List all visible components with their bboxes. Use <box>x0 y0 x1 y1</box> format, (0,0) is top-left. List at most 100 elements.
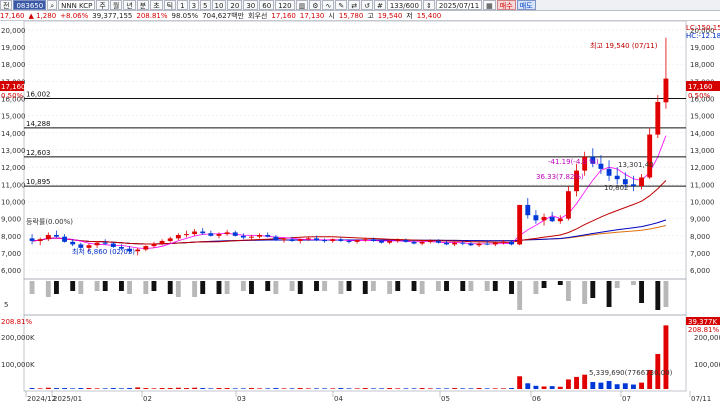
chart-type-icon[interactable]: ▥ <box>295 0 309 10</box>
oscillator-bar <box>639 281 644 303</box>
candle-body <box>102 242 108 244</box>
price-tick-label: 14,000 <box>690 130 715 138</box>
sell-button[interactable]: 매도 <box>516 0 536 10</box>
compare-icon[interactable]: ⇄ <box>348 0 361 10</box>
volume-bar <box>419 388 425 389</box>
volume-bar <box>500 388 506 389</box>
candle-body <box>509 241 514 245</box>
interval-button-3[interactable]: 3 <box>188 0 200 10</box>
volume-bar <box>62 388 68 389</box>
volume-bar <box>208 388 214 389</box>
chart-area[interactable]: 16,002 14,288 12,603 10,895 20,000 20,000 19,… <box>0 20 720 404</box>
search-icon[interactable]: ⌕ <box>47 0 58 10</box>
volume-bar <box>387 388 393 389</box>
candle-body <box>240 235 246 238</box>
grid-icon[interactable]: # <box>373 0 386 10</box>
stock-chart[interactable]: 16,00214,28812,60310,895 20,00020,00019,… <box>0 20 720 404</box>
oscillator-bar <box>127 281 133 294</box>
interval-button-120[interactable]: 120 <box>275 0 295 10</box>
volume-bar <box>663 325 669 389</box>
stock-code-input[interactable]: 083650 <box>13 0 47 10</box>
reset-icon[interactable]: ↺ <box>361 0 373 10</box>
candle-body <box>273 236 279 241</box>
volume-bar <box>362 388 368 389</box>
volume-bar <box>435 388 441 389</box>
date-field[interactable]: 2025/07/11 <box>435 0 483 10</box>
volume-bar <box>167 388 173 389</box>
date-tick-label: 05 <box>441 395 450 403</box>
candle-body <box>492 242 498 245</box>
price-tick-label: 18,000 <box>690 61 715 69</box>
candle-body <box>517 204 523 245</box>
date-tick-label: 06 <box>532 395 541 403</box>
period-button-week[interactable]: 주 <box>96 0 109 10</box>
volume-bar <box>525 383 531 389</box>
oscillator-bar <box>630 281 636 285</box>
period-button-second[interactable]: 초 <box>150 0 163 10</box>
level-label: 16,002 <box>26 90 51 98</box>
candle-body <box>476 243 482 246</box>
volume-bar <box>78 388 84 389</box>
oscillator-bar <box>509 281 514 294</box>
buy-button[interactable]: 매수 <box>496 0 516 10</box>
oscillator-bar <box>289 281 295 291</box>
interval-button-5[interactable]: 5 <box>200 0 211 10</box>
stock-name-field[interactable]: NNN KCP <box>58 0 96 10</box>
oscillator-bar <box>224 281 230 294</box>
candle-body <box>167 238 173 241</box>
low-price: 15,400 <box>416 11 442 20</box>
hc-label: HC:-12.18 <box>686 32 720 40</box>
candle-body <box>305 238 311 240</box>
oscillator-bar <box>200 281 206 294</box>
volume-bar <box>379 388 384 389</box>
candle-body <box>314 238 319 241</box>
oscillator-bar <box>338 281 344 294</box>
candle-body <box>110 243 116 247</box>
candle-body <box>249 236 254 238</box>
draw-icon[interactable]: ✎ <box>335 0 348 10</box>
settings-icon[interactable]: ⚙ <box>309 0 322 10</box>
candle-body <box>444 242 449 245</box>
period-button-year[interactable]: 년 <box>123 0 136 10</box>
oscillator-bar <box>151 281 157 291</box>
high-annotation: 최고 19,540 (07/11) <box>590 41 658 50</box>
oscillator-bar <box>655 281 661 310</box>
interval-button-1[interactable]: 1 <box>177 0 188 10</box>
spin-icon[interactable]: ⇕ <box>422 0 435 10</box>
volume-bar <box>257 388 263 389</box>
oscillator-bar <box>346 281 352 291</box>
volume-bar <box>590 382 596 389</box>
period-button-minute[interactable]: 분 <box>136 0 150 10</box>
date-tick-label: 03 <box>237 395 246 403</box>
volume-bar <box>45 387 51 389</box>
exchange-selector[interactable]: 전 <box>0 0 13 10</box>
indicator-icon[interactable]: ∿ <box>322 0 335 10</box>
volume-bar <box>557 386 563 389</box>
pct-annotation-a: -41.19(-4.0 %) <box>548 158 599 166</box>
price-tick-label: 19,000 <box>690 44 715 52</box>
volume-bar <box>94 388 100 389</box>
price-tick-label-left: 7,000 <box>1 250 21 258</box>
candle-body <box>647 134 653 178</box>
volume-bar <box>143 388 149 389</box>
volume-bar <box>517 376 523 389</box>
period-button-month[interactable]: 월 <box>109 0 123 10</box>
calendar-icon[interactable]: ▦ <box>483 0 496 10</box>
date-tick-label: 2024/12 <box>27 395 56 403</box>
interval-button-10[interactable]: 10 <box>211 0 227 10</box>
interval-button-60[interactable]: 60 <box>259 0 275 10</box>
candle-body <box>541 216 547 221</box>
oscillator-bar <box>314 281 319 291</box>
volume-bar <box>598 382 604 389</box>
oscillator-bar <box>273 281 279 294</box>
price-tick-label: 10,000 <box>690 198 715 206</box>
volume-bar <box>395 388 401 389</box>
volume-annotation: 5,339,690(7766730,00) <box>589 369 673 377</box>
period-button-tick[interactable]: 틱 <box>163 0 177 10</box>
bar-count-field[interactable]: 133/600 <box>386 0 422 10</box>
interval-button-30[interactable]: 30 <box>243 0 259 10</box>
volume-bar <box>460 388 466 389</box>
candle-body <box>346 240 352 242</box>
price-tick-label-left: 10,000 <box>1 198 26 206</box>
interval-button-20[interactable]: 20 <box>227 0 243 10</box>
